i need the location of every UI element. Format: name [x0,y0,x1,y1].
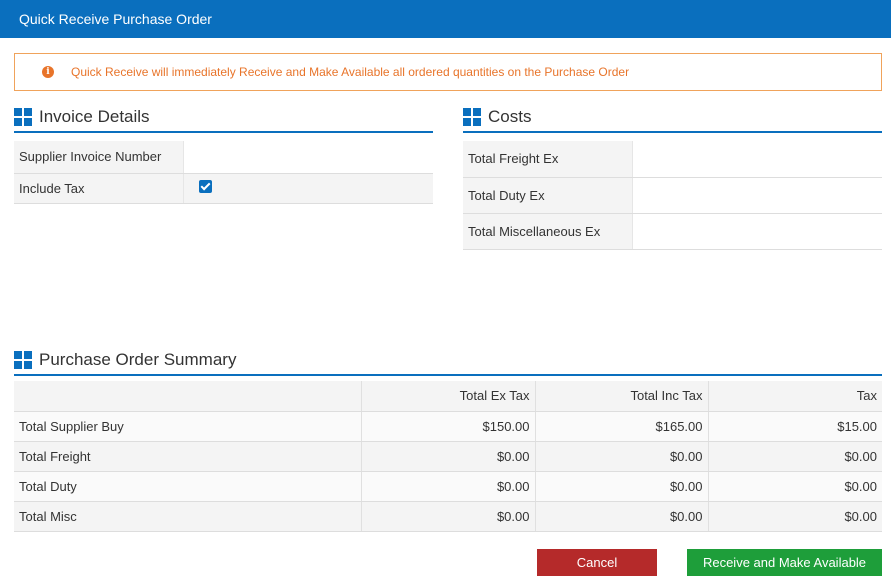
cell-inc-tax: $0.00 [534,501,708,532]
freight-input[interactable] [636,143,878,174]
misc-label: Total Miscellaneous Ex [463,213,633,250]
duty-label: Total Duty Ex [463,177,633,214]
misc-input[interactable] [636,216,878,246]
cell-inc-tax: $0.00 [534,441,708,472]
cell-ex-tax: $0.00 [360,441,535,472]
supplier-invoice-input[interactable] [187,141,429,172]
info-notice: i Quick Receive will immediately Receive… [14,53,882,91]
costs-title: Costs [488,107,532,126]
grid-icon [463,108,481,126]
summary-header-row: Total Ex Tax Total Inc Tax Tax [14,381,882,412]
costs-table: Total Freight Ex Total Duty Ex Total Mis… [463,141,882,250]
cell-ex-tax: $150.00 [360,411,535,442]
cell-inc-tax: $165.00 [534,411,708,442]
summary-table: Total Ex Tax Total Inc Tax Tax Total Sup… [14,381,882,532]
column-header [14,381,361,412]
table-row: Total Duty $0.00 $0.00 $0.00 [14,471,882,502]
cell-tax: $0.00 [707,501,882,532]
column-header: Total Inc Tax [534,381,708,412]
invoice-details-header: Invoice Details [14,107,433,133]
row-label: Total Supplier Buy [14,411,361,442]
dialog-title: Quick Receive Purchase Order [0,0,891,38]
cell-tax: $15.00 [707,411,882,442]
info-circle-icon: i [42,66,54,78]
row-label: Total Duty [14,471,361,502]
summary-title: Purchase Order Summary [39,350,237,369]
invoice-details-table: Supplier Invoice Number Include Tax [14,141,433,204]
costs-header: Costs [463,107,882,133]
freight-label: Total Freight Ex [463,141,633,178]
row-label: Total Freight [14,441,361,472]
duty-input[interactable] [636,180,878,210]
cell-tax: $0.00 [707,471,882,502]
grid-icon [14,351,32,369]
table-row: Total Misc $0.00 $0.00 $0.00 [14,501,882,532]
column-header: Tax [707,381,882,412]
cell-tax: $0.00 [707,441,882,472]
invoice-details-title: Invoice Details [39,107,150,126]
include-tax-label: Include Tax [14,173,184,204]
grid-icon [14,108,32,126]
table-row: Total Freight $0.00 $0.00 $0.00 [14,441,882,472]
receive-and-make-available-button[interactable]: Receive and Make Available [687,549,882,576]
summary-header: Purchase Order Summary [14,350,882,376]
column-header: Total Ex Tax [360,381,535,412]
table-row: Total Supplier Buy $150.00 $165.00 $15.0… [14,411,882,442]
cell-ex-tax: $0.00 [360,471,535,502]
include-tax-checkbox[interactable] [198,180,212,193]
row-label: Total Misc [14,501,361,532]
supplier-invoice-label: Supplier Invoice Number [14,141,184,174]
cancel-button[interactable]: Cancel [537,549,657,576]
cell-ex-tax: $0.00 [360,501,535,532]
cell-inc-tax: $0.00 [534,471,708,502]
notice-text: Quick Receive will immediately Receive a… [71,65,630,79]
